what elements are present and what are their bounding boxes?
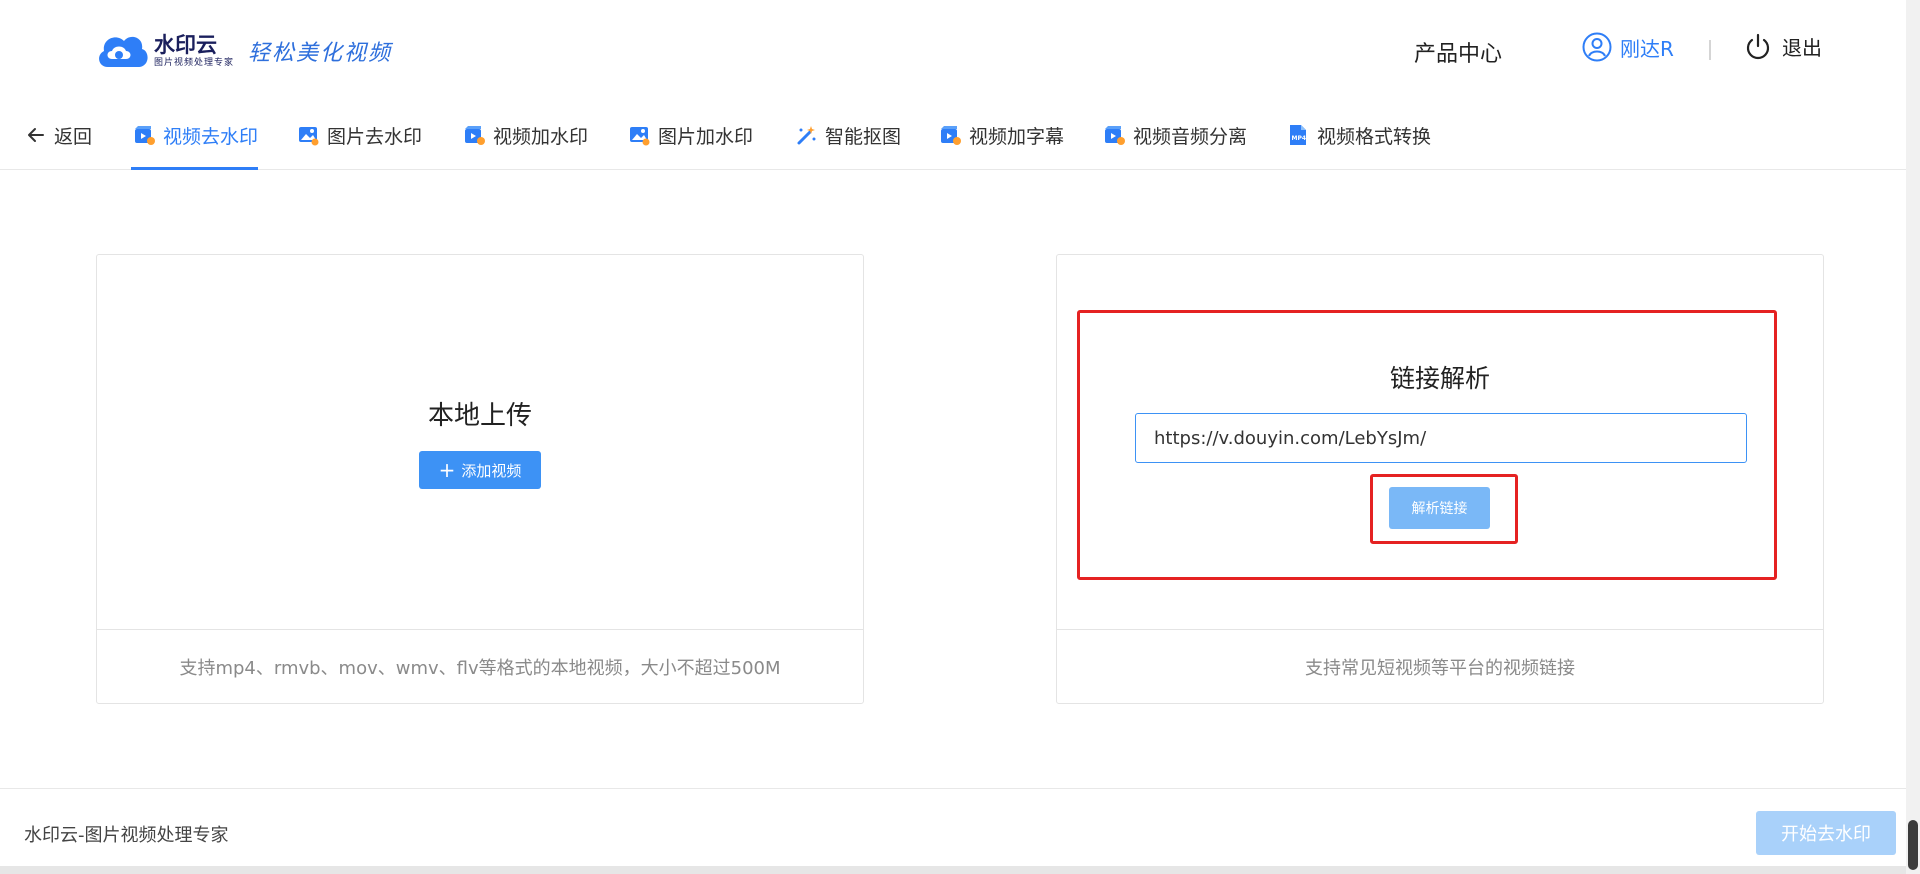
- product-center-link[interactable]: 产品中心: [1414, 36, 1502, 68]
- tab-label: 视频去水印: [163, 125, 259, 148]
- tool-nav: 返回 视频去水印 图片去水印 视频加水印 图片加水印 智能抠图 视频加字幕 视频…: [0, 100, 1906, 170]
- tab-video-remove-watermark[interactable]: 视频去水印: [133, 122, 258, 148]
- link-parse-hint: 支持常见短视频等平台的视频链接: [1057, 629, 1823, 703]
- parse-link-button[interactable]: 解析链接: [1389, 487, 1490, 529]
- user-icon: [1582, 32, 1612, 62]
- active-tab-underline: [131, 167, 258, 170]
- add-video-label: 添加视频: [461, 461, 522, 480]
- tab-label: 智能抠图: [825, 125, 902, 148]
- cloud-logo-icon: [94, 29, 150, 73]
- add-video-button[interactable]: + 添加视频: [419, 451, 541, 489]
- tab-video-add-watermark[interactable]: 视频加水印: [463, 122, 588, 148]
- logout-button[interactable]: 退出: [1744, 32, 1822, 61]
- user-menu[interactable]: 刚达R: [1582, 32, 1674, 62]
- tab-format-convert[interactable]: MP4 视频格式转换: [1287, 122, 1431, 148]
- horizontal-scrollbar[interactable]: [0, 866, 1906, 874]
- audio-separate-icon: [1105, 126, 1125, 145]
- local-upload-hint: 支持mp4、rmvb、mov、wmv、flv等格式的本地视频，大小不超过500M: [97, 629, 863, 703]
- top-header: 水印云 图片视频处理专家 轻松美化视频 产品中心 刚达R 退出: [0, 0, 1906, 100]
- back-label: 返回: [54, 125, 93, 148]
- video-link-input[interactable]: [1135, 413, 1747, 463]
- header-divider: [1709, 40, 1711, 60]
- image-add-icon: [630, 127, 650, 146]
- video-remove-icon: [135, 126, 155, 145]
- video-add-icon: [465, 126, 485, 145]
- tab-smart-cutout[interactable]: 智能抠图: [795, 122, 901, 148]
- tab-label: 视频音频分离: [1133, 125, 1248, 148]
- tab-audio-separate[interactable]: 视频音频分离: [1103, 122, 1247, 148]
- magic-wand-icon: [797, 126, 816, 145]
- mp4-file-icon: MP4: [1290, 125, 1307, 145]
- power-icon: [1746, 33, 1770, 59]
- tab-image-add-watermark[interactable]: 图片加水印: [628, 122, 753, 148]
- tab-image-remove-watermark[interactable]: 图片去水印: [297, 122, 422, 148]
- logo[interactable]: 水印云 图片视频处理专家 轻松美化视频: [94, 28, 392, 74]
- logo-slogan: 轻松美化视频: [248, 41, 393, 66]
- local-upload-title: 本地上传: [427, 401, 532, 431]
- start-remove-watermark-button[interactable]: 开始去水印: [1756, 811, 1896, 855]
- local-upload-card: 本地上传 + 添加视频 支持mp4、rmvb、mov、wmv、flv等格式的本地…: [96, 254, 864, 704]
- logo-text: 水印云 图片视频处理专家: [154, 33, 234, 69]
- link-parse-title: 链接解析: [1389, 364, 1490, 393]
- image-remove-icon: [299, 127, 319, 146]
- brand-footer-text: 水印云-图片视频处理专家: [24, 825, 229, 846]
- tab-video-subtitle[interactable]: 视频加字幕: [939, 122, 1064, 148]
- tab-label: 图片加水印: [658, 125, 754, 148]
- plus-icon: +: [438, 458, 456, 482]
- tab-label: 视频格式转换: [1317, 125, 1432, 148]
- logo-name: 水印云: [154, 33, 217, 57]
- svg-text:MP4: MP4: [1292, 135, 1307, 142]
- arrow-left-icon: [28, 128, 44, 142]
- vertical-scrollbar[interactable]: [1906, 0, 1920, 874]
- link-parse-card: 链接解析 解析链接 支持常见短视频等平台的视频链接: [1056, 254, 1824, 704]
- logo-subtitle: 图片视频处理专家: [154, 58, 235, 68]
- user-name: 刚达R: [1620, 36, 1674, 61]
- tab-label: 视频加水印: [493, 125, 589, 148]
- logout-label: 退出: [1782, 36, 1822, 60]
- tab-label: 图片去水印: [327, 125, 423, 148]
- video-subtitle-icon: [941, 126, 961, 145]
- bottom-bar: 水印云-图片视频处理专家 开始去水印: [0, 788, 1906, 866]
- back-button[interactable]: 返回: [26, 122, 92, 148]
- vertical-scrollbar-thumb[interactable]: [1908, 820, 1918, 870]
- tab-label: 视频加字幕: [969, 125, 1065, 148]
